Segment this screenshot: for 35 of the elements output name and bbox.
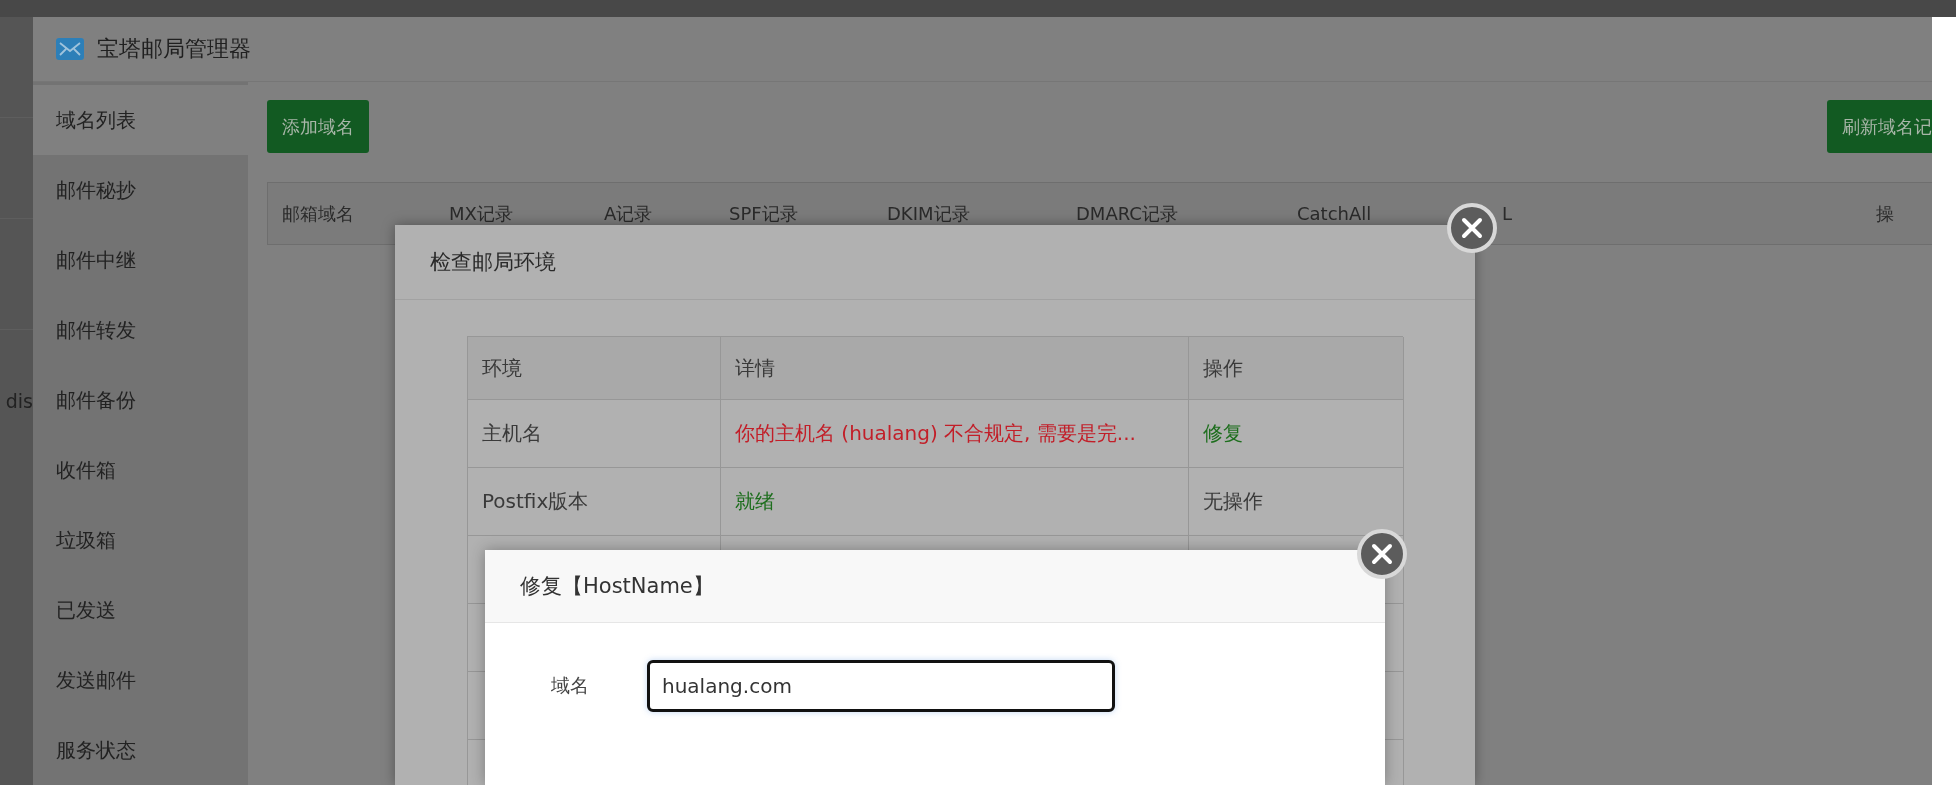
table-cell: 主机名 [468, 400, 721, 468]
sidebar-item[interactable]: 邮件转发 [33, 295, 248, 365]
column-header: 环境 [468, 337, 721, 400]
column-header: MX记录 [448, 201, 514, 226]
column-header: DMARC记录 [1075, 201, 1179, 226]
sidebar-item[interactable]: 发送邮件 [33, 645, 248, 715]
add-domain-button[interactable]: 添加域名 [267, 100, 369, 153]
sidebar-item[interactable]: 垃圾箱 [33, 505, 248, 575]
status-detail: 就绪 [721, 468, 1189, 536]
envelope-icon [55, 37, 85, 61]
window-title: 宝塔邮局管理器 [97, 35, 251, 63]
column-header: CatchAll [1296, 203, 1373, 224]
column-header: 操作 [1189, 337, 1404, 400]
column-header: 邮箱域名 [281, 201, 355, 226]
domain-input-field[interactable]: hualang.com [647, 660, 1115, 712]
sidebar-item[interactable]: 收件箱 [33, 435, 248, 505]
sidebar-item[interactable]: 域名列表 [33, 85, 248, 155]
column-header: A记录 [603, 201, 654, 226]
field-label: 域名 [550, 673, 590, 698]
sidebar-item[interactable]: 已发送 [33, 575, 248, 645]
column-header: SPF记录 [728, 201, 799, 226]
sidebar-item[interactable]: 邮件备份 [33, 365, 248, 435]
sidebar-item[interactable]: 邮件秘抄 [33, 155, 248, 225]
table-cell: Postfix版本 [468, 468, 721, 536]
column-header: DKIM记录 [886, 201, 971, 226]
repair-link[interactable]: 修复 [1189, 400, 1404, 468]
close-icon[interactable] [1446, 202, 1498, 254]
refresh-records-button[interactable]: 刷新域名记 [1827, 100, 1932, 153]
sidebar-item[interactable]: 服务状态 [33, 715, 248, 785]
status-detail: 你的主机名 (hualang) 不合规定, 需要是完... [721, 400, 1189, 468]
column-header: L [1501, 203, 1514, 224]
column-header: 操 [1875, 201, 1895, 226]
column-header: 详情 [721, 337, 1189, 400]
sidebar-item[interactable]: 邮件中继 [33, 225, 248, 295]
dialog-title: 修复【HostName】 [485, 550, 1385, 623]
